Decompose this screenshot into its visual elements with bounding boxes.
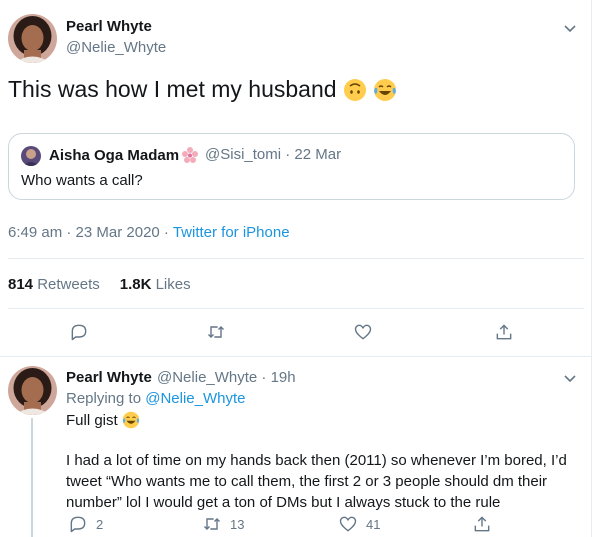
quoted-author-name: Aisha Oga Madam [49, 146, 180, 164]
retweets-count: 814 [8, 276, 34, 293]
divider [8, 308, 584, 309]
tweet-text: This was how I met my husband [8, 76, 337, 102]
reply-author-avatar[interactable] [8, 366, 57, 415]
like-icon [339, 516, 357, 532]
share-button[interactable] [494, 322, 514, 342]
tears-of-joy-icon [122, 411, 139, 429]
retweets-label: Retweets [37, 276, 100, 293]
likes-count: 1.8K [119, 276, 152, 293]
reply-author-name[interactable]: Pearl Whyte [66, 369, 152, 386]
replying-prefix: Replying to [66, 390, 146, 407]
likes-label: Likes [155, 276, 191, 293]
reply-retweet-button[interactable]: 13 [202, 514, 244, 534]
tweet-detail-page: Pearl Whyte @Nelie_Whyte This was how I … [0, 0, 592, 537]
tweet-source[interactable]: Twitter for iPhone [173, 224, 290, 241]
reply-icon [71, 324, 87, 341]
author-name[interactable]: Pearl Whyte [66, 18, 152, 35]
retweet-icon [207, 325, 225, 339]
chevron-down-icon[interactable] [562, 370, 578, 386]
quoted-handle-time: @Sisi_tomi · 22 Mar [205, 146, 342, 163]
reply-share-button[interactable] [472, 514, 492, 534]
retweet-icon [203, 517, 221, 531]
reply-button[interactable] [69, 322, 89, 342]
reply-body-text: I had a lot of time on my hands back the… [66, 452, 567, 511]
author-avatar[interactable] [8, 14, 57, 63]
chevron-down-icon[interactable] [562, 20, 578, 36]
share-icon [496, 324, 512, 340]
tweet-stats: 814 Retweets 1.8K Likes [8, 276, 191, 293]
replying-handle-link[interactable]: @Nelie_Whyte [145, 390, 245, 407]
like-count: 41 [366, 516, 381, 532]
likes-stat[interactable]: 1.8K Likes [120, 276, 191, 293]
tweet-timestamp[interactable]: 6:49 am · 23 Mar 2020 · [8, 224, 173, 241]
quoted-tweet-card[interactable]: Aisha Oga Madam @Sisi_tomi · 22 Mar Who … [8, 133, 575, 200]
divider [8, 258, 584, 259]
upside-down-face-icon [343, 78, 366, 101]
tweet-meta: 6:49 am · 23 Mar 2020 · Twitter for iPho… [8, 224, 290, 241]
reply-first-text: Full gist [66, 411, 118, 429]
author-handle[interactable]: @Nelie_Whyte [66, 39, 166, 56]
reply-count: 2 [96, 516, 104, 532]
replying-to: Replying to @Nelie_Whyte [66, 390, 245, 407]
reply-handle-time[interactable]: @Nelie_Whyte · 19h [157, 369, 296, 386]
retweets-stat[interactable]: 814 Retweets [8, 276, 100, 293]
reply-reply-button[interactable]: 2 [68, 514, 103, 534]
share-icon [474, 516, 490, 532]
like-icon [354, 324, 372, 340]
reply-icon [70, 516, 86, 533]
retweet-button[interactable] [206, 322, 226, 342]
thread-line [31, 418, 33, 537]
divider [0, 356, 592, 357]
cherry-blossom-icon [182, 147, 199, 163]
quoted-text: Who wants a call? [21, 172, 143, 189]
quoted-author-name-row: Aisha Oga Madam [49, 146, 199, 164]
retweet-count: 13 [230, 516, 245, 532]
like-button[interactable] [353, 322, 373, 342]
quoted-author-avatar [21, 146, 41, 166]
reply-like-button[interactable]: 41 [338, 514, 380, 534]
tears-of-joy-icon [373, 78, 396, 101]
reply-first-line: Full gist [66, 411, 140, 429]
tweet-text-row: This was how I met my husband [8, 76, 397, 103]
